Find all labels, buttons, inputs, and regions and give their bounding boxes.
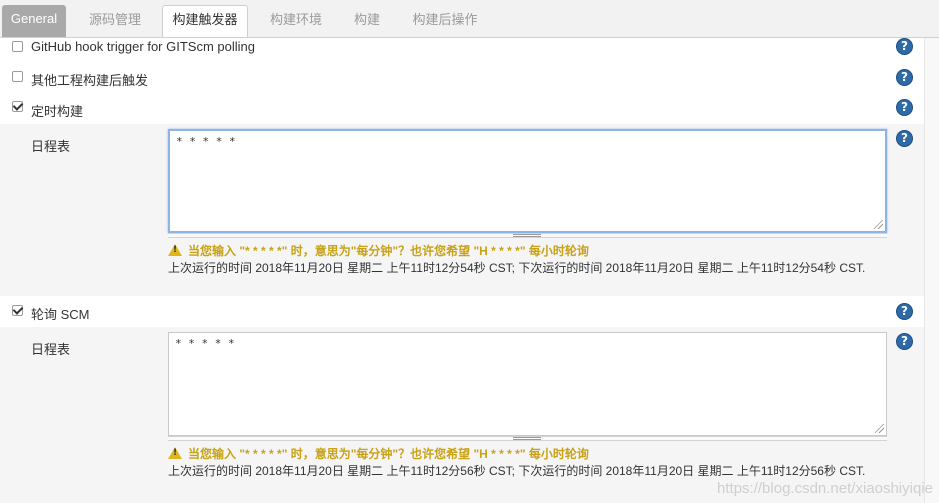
schedule-run-info: 上次运行的时间 2018年11月20日 星期二 上午11时12分54秒 CST;… [168,261,866,275]
build-periodically-row: 定时构建 ? [0,97,924,127]
other-projects-label: 其他工程构建后触发 [31,73,149,88]
tab-post-build-actions[interactable]: 构建后操作 [400,6,490,37]
scm-run-info: 上次运行的时间 2018年11月20日 星期二 上午11时12分56秒 CST;… [168,464,866,478]
grip-icon [513,437,541,440]
periodic-schedule-section: 日程表 * * * * * ? 当您输入 "* * * * *" 时，意思为"每… [0,124,924,296]
schedule-value: * * * * * [175,337,235,350]
poll-scm-checkbox[interactable] [12,305,23,316]
warning-icon [168,244,182,256]
other-projects-checkbox[interactable] [12,71,23,82]
schedule-warning-text: 当您输入 "* * * * *" 时，意思为"每分钟"？也许您希望 "H * *… [188,244,589,258]
schedule-label: 日程表 [31,139,71,154]
warning-icon [168,447,182,459]
tab-build-triggers[interactable]: 构建触发器 [162,5,248,37]
tab-general[interactable]: General [2,5,66,37]
schedule-warning: 当您输入 "* * * * *" 时，意思为"每分钟"？也许您希望 "H * *… [168,242,589,259]
help-icon[interactable]: ? [896,303,913,320]
scm-schedule-section: 日程表 * * * * * ? 当您输入 "* * * * *" 时，意思为"每… [0,327,924,503]
help-icon[interactable]: ? [896,130,913,147]
vertical-scrollbar[interactable] [924,38,939,503]
schedule-label: 日程表 [31,342,71,357]
poll-scm-label: 轮询 SCM [31,307,90,322]
github-hook-row: GitHub hook trigger for GITScm polling ? [0,37,924,67]
help-icon[interactable]: ? [896,69,913,86]
scm-schedule-textarea[interactable]: * * * * * [168,332,887,436]
help-icon[interactable]: ? [896,333,913,350]
help-icon[interactable]: ? [896,99,913,116]
github-hook-checkbox[interactable] [12,41,23,52]
resize-grip-icon[interactable] [874,220,883,229]
watermark: https://blog.csdn.net/xiaoshiyiqie [717,480,933,497]
tab-source-code-management[interactable]: 源码管理 [78,6,152,37]
build-periodically-checkbox[interactable] [12,101,23,112]
schedule-value: * * * * * [176,135,236,148]
textarea-resize-handle[interactable] [168,233,887,238]
scm-warning: 当您输入 "* * * * *" 时，意思为"每分钟"？也许您希望 "H * *… [168,445,589,462]
jenkins-config-page: General 源码管理 构建触发器 构建环境 构建 构建后操作 GitHub … [0,0,939,503]
textarea-resize-handle[interactable] [168,436,887,441]
config-tab-bar: General 源码管理 构建触发器 构建环境 构建 构建后操作 [0,0,939,38]
tab-build[interactable]: 构建 [344,6,390,37]
poll-scm-row: 轮询 SCM ? [0,298,924,328]
grip-icon [513,234,541,237]
help-icon[interactable]: ? [896,38,913,55]
build-periodically-label: 定时构建 [31,104,84,119]
periodic-schedule-textarea[interactable]: * * * * * [168,129,887,233]
other-projects-row: 其他工程构建后触发 ? [0,67,924,97]
tab-build-environment[interactable]: 构建环境 [258,6,334,37]
resize-grip-icon[interactable] [875,424,884,433]
scm-warning-text: 当您输入 "* * * * *" 时，意思为"每分钟"？也许您希望 "H * *… [188,447,589,461]
github-hook-label: GitHub hook trigger for GITScm polling [31,39,255,54]
